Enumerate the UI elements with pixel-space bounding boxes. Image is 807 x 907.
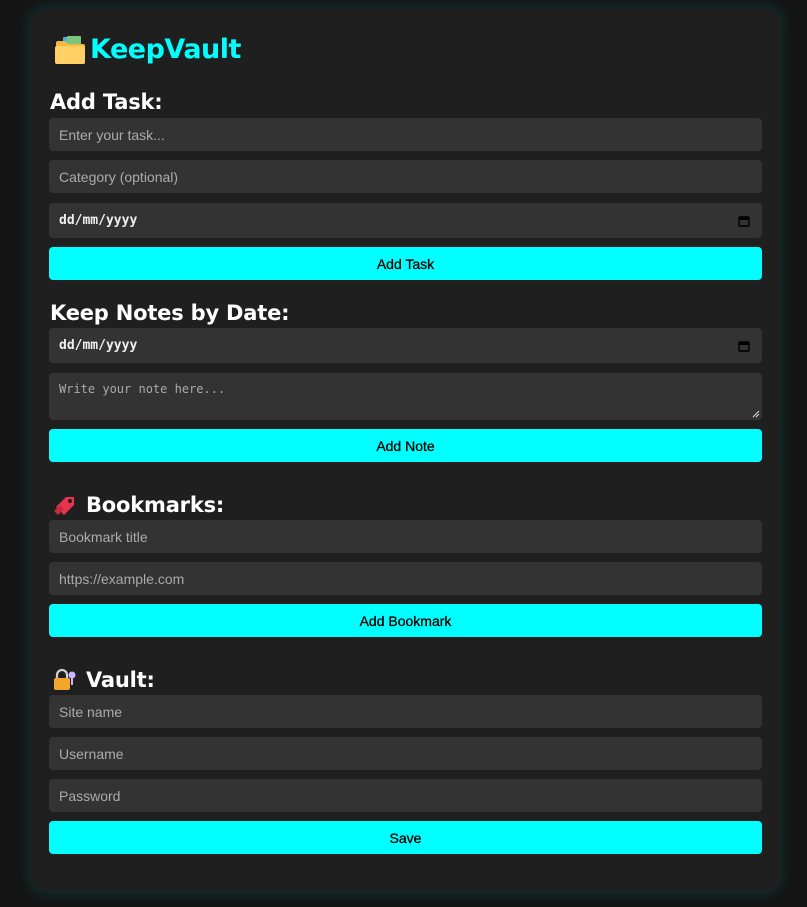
vault-heading: Vault: [52, 668, 155, 692]
resize-handle-icon[interactable] [752, 410, 760, 418]
add-task-button[interactable]: Add Task [49, 247, 762, 280]
app-title: KeepVault [90, 34, 241, 65]
bookmarks-heading: Bookmarks: [52, 493, 224, 517]
save-button[interactable]: Save [49, 821, 762, 854]
password-input[interactable]: Password [49, 779, 762, 812]
add-note-button[interactable]: Add Note [49, 429, 762, 462]
note-date-input[interactable]: dd/mm/yyyy [49, 328, 762, 363]
task-input[interactable]: Enter your task... [49, 118, 762, 151]
category-input[interactable]: Category (optional) [49, 160, 762, 193]
calendar-icon[interactable] [738, 340, 750, 352]
folder-icon [55, 35, 85, 64]
add-task-heading: Add Task: [50, 90, 163, 114]
app-header: KeepVault [54, 34, 241, 65]
add-bookmark-button[interactable]: Add Bookmark [49, 604, 762, 637]
calendar-icon[interactable] [738, 215, 750, 227]
lock-key-icon [54, 668, 76, 690]
notes-heading: Keep Notes by Date: [50, 301, 290, 325]
bookmark-icon [54, 497, 74, 515]
bookmark-url-input[interactable]: https://example.com [49, 562, 762, 595]
bookmark-title-input[interactable]: Bookmark title [49, 520, 762, 553]
task-date-input[interactable]: dd/mm/yyyy [49, 203, 762, 238]
username-input[interactable]: Username [49, 737, 762, 770]
site-name-input[interactable]: Site name [49, 695, 762, 728]
note-textarea[interactable]: Write your note here... [49, 373, 762, 420]
